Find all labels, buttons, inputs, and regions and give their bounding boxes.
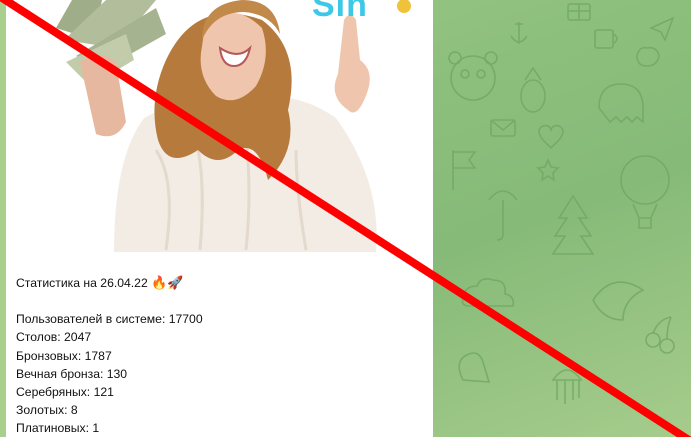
star-icon — [536, 157, 560, 182]
stat-tables: Столов: 2047 — [16, 330, 92, 345]
panda-icon — [448, 51, 498, 101]
mug-icon — [594, 29, 618, 49]
stat-silver: Серебряных: 121 — [16, 385, 114, 400]
heart-icon — [538, 124, 564, 150]
rocket-icon: 🚀 — [167, 275, 184, 290]
image-brand-text: Sin — [312, 0, 368, 24]
stat-bronze: Бронзовых: 1787 — [16, 348, 112, 363]
cherry-icon — [645, 316, 675, 354]
post-image[interactable]: Sin — [6, 0, 433, 252]
cloud-icon — [461, 278, 515, 307]
flag-icon — [452, 150, 477, 190]
fox-icon — [592, 281, 645, 321]
tree-icon — [551, 194, 595, 255]
stats-header: Статистика на 26.04.22 — [16, 276, 148, 290]
stat-users: Пользователей в системе: 17700 — [16, 312, 203, 327]
balloon-icon — [620, 155, 670, 229]
anchor-icon — [510, 22, 528, 44]
paper-plane-icon — [648, 16, 675, 43]
stats-header-line: Статистика на 26.04.22 🔥🚀 — [16, 274, 426, 292]
stat-gold: Золотых: 8 — [16, 403, 78, 418]
stat-platinum: Платиновых: 1 — [16, 421, 100, 436]
gift-icon — [567, 3, 591, 21]
umbrella-icon — [488, 190, 518, 241]
strawberry-icon — [636, 46, 660, 67]
chat-wallpaper-pattern — [448, 3, 675, 404]
woman-with-money-illustration — [6, 0, 433, 252]
fire-icon: 🔥 — [151, 275, 168, 290]
jellyfish-icon — [551, 369, 583, 404]
pineapple-icon — [520, 66, 546, 113]
post-text: Статистика на 26.04.22 🔥🚀 Пользователей … — [16, 274, 426, 437]
glove-icon — [458, 352, 491, 383]
envelope-icon — [490, 119, 516, 137]
channel-post-card: Sin Статистика на 26.04.22 🔥🚀 Пользовате… — [6, 0, 433, 437]
stat-eternal-bronze: Вечная бронза: 130 — [16, 366, 128, 381]
ghost-icon — [598, 83, 644, 124]
